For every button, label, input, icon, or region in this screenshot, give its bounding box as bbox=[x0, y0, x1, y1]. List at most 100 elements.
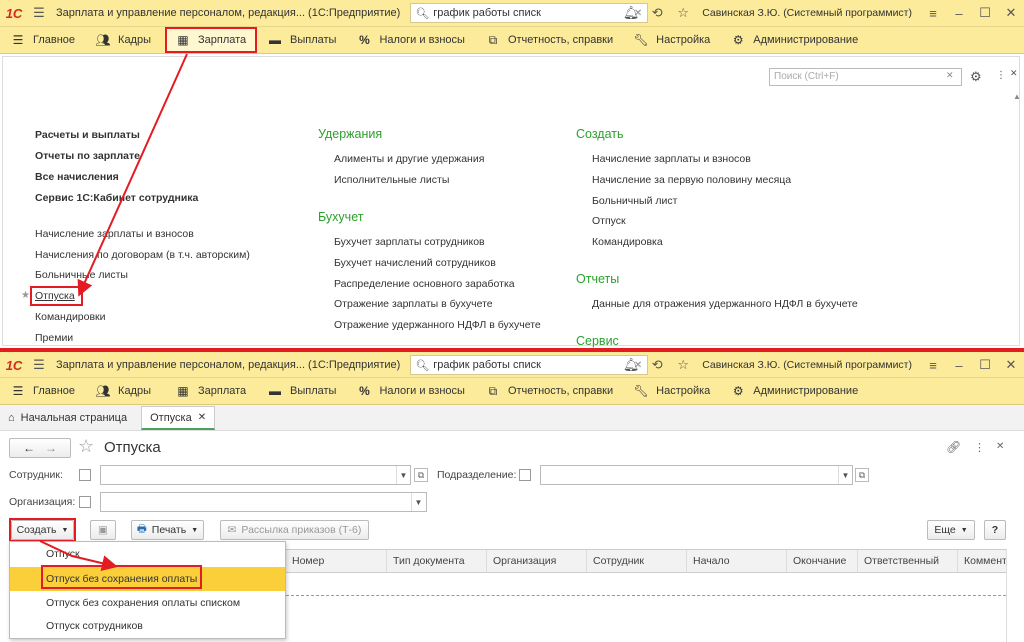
link-create-sick-leave[interactable]: Больничный лист bbox=[592, 195, 677, 207]
link-calculations-payments[interactable]: Расчеты и выплаты bbox=[35, 129, 140, 141]
global-search-input[interactable]: 🔍︎ график работы списк ✕ bbox=[410, 355, 649, 375]
link-create-vacation[interactable]: Отпуск bbox=[592, 215, 626, 227]
menu-item-payments[interactable]: ▬ Выплаты bbox=[257, 27, 346, 53]
employee-checkbox[interactable] bbox=[79, 469, 91, 481]
current-user[interactable]: Савинская З.Ю. (Системный программист) bbox=[702, 359, 912, 371]
link-writs[interactable]: Исполнительные листы bbox=[334, 174, 449, 186]
menu-item-hr[interactable]: 👥︎ Кадры bbox=[85, 378, 161, 404]
current-user[interactable]: Савинская З.Ю. (Системный программист) bbox=[702, 7, 912, 19]
link-create-business-trip[interactable]: Командировка bbox=[592, 236, 663, 248]
more-icon[interactable]: ⋮ bbox=[974, 441, 985, 454]
dropdown-arrow-icon[interactable]: ▼ bbox=[838, 466, 852, 484]
column-end[interactable]: Окончание bbox=[786, 550, 857, 572]
org-field[interactable] bbox=[100, 492, 427, 512]
maximize-icon[interactable]: ☐ bbox=[972, 357, 998, 373]
link-business-trips[interactable]: Командировки bbox=[35, 311, 106, 323]
back-arrow-icon[interactable]: ← bbox=[23, 441, 35, 455]
close-icon[interactable]: ✕ bbox=[1010, 68, 1018, 79]
copy-button[interactable]: ▣ bbox=[90, 520, 116, 540]
bell-icon[interactable]: 🔔︎ bbox=[618, 357, 644, 373]
link-employee-cabinet[interactable]: Сервис 1С:Кабинет сотрудника bbox=[35, 192, 198, 204]
link-alimony[interactable]: Алименты и другие удержания bbox=[334, 153, 484, 165]
menu-item-admin[interactable]: ⚙ Администрирование bbox=[720, 27, 868, 53]
link-ndfl-data[interactable]: Данные для отражения удержанного НДФЛ в … bbox=[592, 298, 858, 310]
menu-item-reports[interactable]: ⧉ Отчетность, справки bbox=[475, 27, 623, 53]
star-icon[interactable]: ☆ bbox=[670, 5, 696, 21]
menu-item-settings[interactable]: 🔧︎ Настройка bbox=[623, 27, 720, 53]
menu-item-main[interactable]: ☰ Главное bbox=[0, 27, 85, 53]
menu-item-salary[interactable]: ▦ Зарплата bbox=[165, 378, 257, 404]
hamburger-icon[interactable]: ☰ bbox=[28, 357, 50, 373]
link-accounting-accruals[interactable]: Бухучет начислений сотрудников bbox=[334, 257, 496, 269]
link-salary-reports[interactable]: Отчеты по зарплате bbox=[35, 150, 140, 162]
menu-item-salary[interactable]: ▦ Зарплата bbox=[165, 27, 257, 53]
menu-item-settings[interactable]: 🔧︎ Настройка bbox=[623, 378, 720, 404]
link-bonuses[interactable]: Премии bbox=[35, 332, 73, 344]
column-organization[interactable]: Организация bbox=[486, 550, 586, 572]
close-icon[interactable]: ✕ bbox=[998, 5, 1024, 21]
tab-vacations[interactable]: Отпуска ✕ bbox=[141, 406, 216, 430]
link-sick-leaves[interactable]: Больничные листы bbox=[35, 269, 128, 281]
menu-item-hr[interactable]: 👥︎ Кадры bbox=[85, 27, 161, 53]
column-responsible[interactable]: Ответственный bbox=[857, 550, 957, 572]
mailing-button[interactable]: ✉ Рассылка приказов (Т-6) bbox=[220, 520, 369, 540]
dropdown-arrow-icon[interactable]: ▼ bbox=[411, 493, 425, 511]
link-icon[interactable]: 🔗︎ bbox=[946, 440, 961, 454]
menu-item-reports[interactable]: ⧉ Отчетность, справки bbox=[475, 378, 623, 404]
close-icon[interactable]: ✕ bbox=[998, 357, 1024, 373]
history-icon[interactable]: ⟲ bbox=[644, 5, 670, 21]
minimize-icon[interactable]: – bbox=[946, 6, 972, 21]
panel-search-input[interactable]: Поиск (Ctrl+F) ✕ bbox=[769, 68, 962, 86]
open-icon[interactable]: ⧉ bbox=[855, 468, 869, 482]
more-button[interactable]: Еще ▼ bbox=[927, 520, 975, 540]
dropdown-arrow-icon[interactable]: ▼ bbox=[396, 466, 410, 484]
link-contract-accruals[interactable]: Начисления по договорам (в т.ч. авторски… bbox=[35, 249, 250, 261]
tab-home[interactable]: ⌂ Начальная страница bbox=[0, 406, 135, 430]
link-all-accruals[interactable]: Все начисления bbox=[35, 171, 119, 183]
column-start[interactable]: Начало bbox=[686, 550, 786, 572]
column-doc-type[interactable]: Тип документа bbox=[386, 550, 486, 572]
settings-menu-icon[interactable]: ≡ bbox=[920, 358, 946, 373]
link-salary-accrual[interactable]: Начисление зарплаты и взносов bbox=[35, 228, 194, 240]
gear-icon[interactable]: ⚙ bbox=[970, 69, 982, 85]
menu-item-employees-vacation[interactable]: Отпуск сотрудников bbox=[10, 614, 285, 638]
forward-arrow-icon[interactable]: → bbox=[45, 441, 57, 455]
print-button[interactable]: 🖶︎ Печать ▼ bbox=[131, 520, 204, 540]
menu-item-main[interactable]: ☰ Главное bbox=[0, 378, 85, 404]
help-button[interactable]: ? bbox=[984, 520, 1006, 540]
menu-item-payments[interactable]: ▬ Выплаты bbox=[257, 378, 346, 404]
link-accounting-salary[interactable]: Бухучет зарплаты сотрудников bbox=[334, 236, 485, 248]
minimize-icon[interactable]: – bbox=[946, 358, 972, 373]
maximize-icon[interactable]: ☐ bbox=[972, 5, 998, 21]
history-icon[interactable]: ⟲ bbox=[644, 357, 670, 373]
employee-field[interactable] bbox=[100, 465, 411, 485]
favorite-star-icon[interactable]: ☆ bbox=[78, 436, 94, 457]
menu-item-unpaid-leave-list[interactable]: Отпуск без сохранения оплаты списком bbox=[10, 591, 285, 615]
link-ndfl-reflection[interactable]: Отражение удержанного НДФЛ в бухучете bbox=[334, 319, 541, 331]
link-earnings-distribution[interactable]: Распределение основного заработка bbox=[334, 278, 515, 290]
link-salary-reflection[interactable]: Отражение зарплаты в бухучете bbox=[334, 298, 493, 310]
clear-search-icon[interactable]: ✕ bbox=[946, 70, 954, 81]
close-icon[interactable]: ✕ bbox=[996, 441, 1004, 452]
close-tab-icon[interactable]: ✕ bbox=[198, 412, 206, 423]
menu-item-taxes[interactable]: % Налоги и взносы bbox=[346, 378, 475, 404]
column-comment[interactable]: Коммент bbox=[957, 550, 1006, 572]
department-checkbox[interactable] bbox=[519, 469, 531, 481]
more-icon[interactable]: ⋮ bbox=[996, 70, 1006, 81]
link-create-first-half[interactable]: Начисление за первую половину месяца bbox=[592, 174, 791, 186]
column-number[interactable]: Номер bbox=[286, 550, 386, 572]
open-icon[interactable]: ⧉ bbox=[414, 468, 428, 482]
bell-icon[interactable]: 🔔︎ bbox=[618, 5, 644, 21]
star-icon[interactable]: ☆ bbox=[670, 357, 696, 373]
menu-item-taxes[interactable]: % Налоги и взносы bbox=[346, 27, 475, 53]
hamburger-icon[interactable]: ☰ bbox=[28, 5, 50, 21]
star-icon[interactable]: ★ bbox=[21, 290, 30, 301]
global-search-input[interactable]: 🔍︎ график работы списк ✕ bbox=[410, 3, 649, 23]
link-create-salary[interactable]: Начисление зарплаты и взносов bbox=[592, 153, 751, 165]
org-checkbox[interactable] bbox=[79, 496, 91, 508]
menu-item-vacation[interactable]: Отпуск bbox=[10, 542, 285, 566]
scroll-up-icon[interactable]: ▲ bbox=[1013, 92, 1021, 101]
menu-item-admin[interactable]: ⚙ Администрирование bbox=[720, 378, 868, 404]
column-employee[interactable]: Сотрудник bbox=[586, 550, 686, 572]
department-field[interactable] bbox=[540, 465, 853, 485]
